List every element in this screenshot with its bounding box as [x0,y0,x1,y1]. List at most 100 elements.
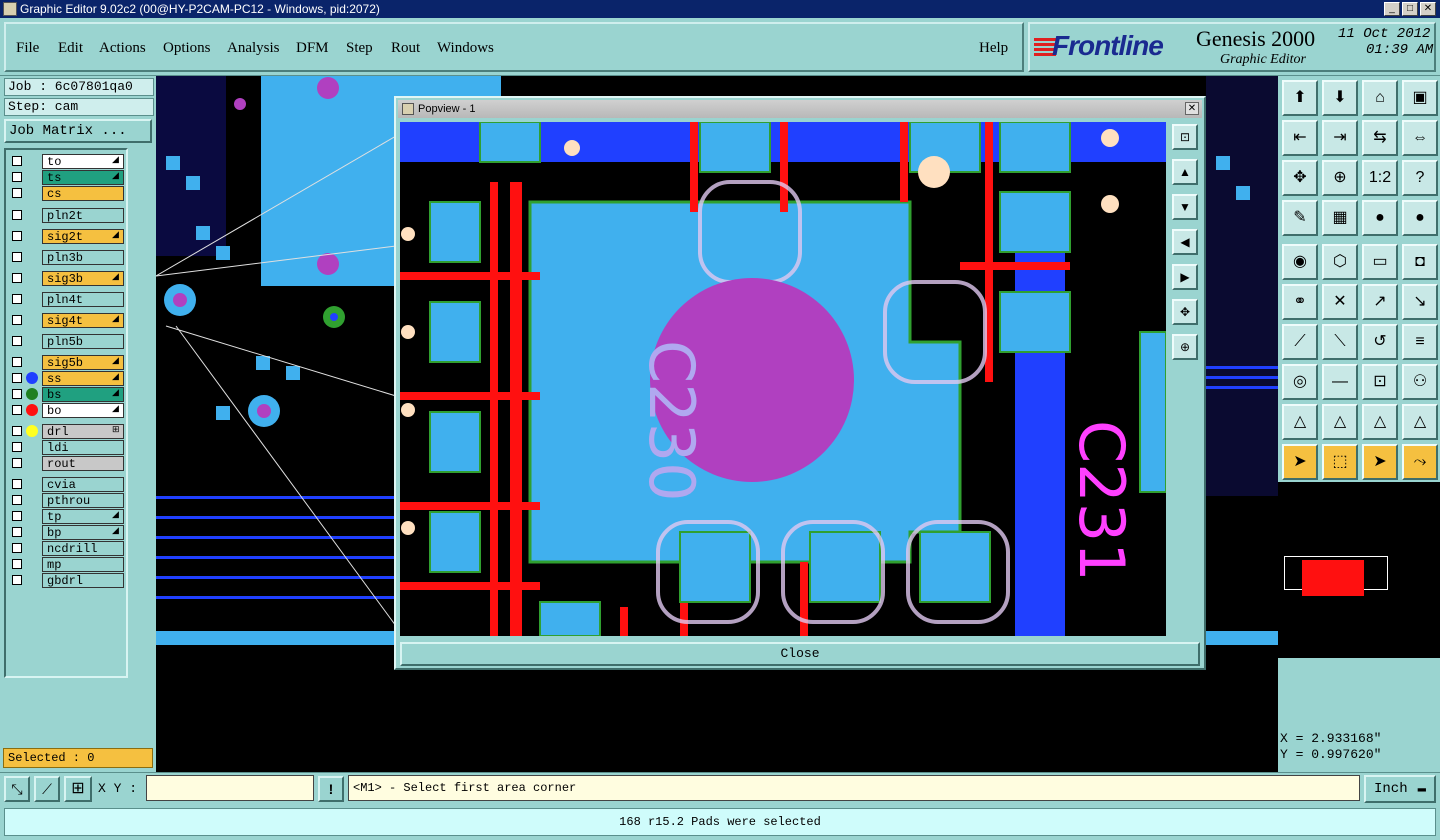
layer-toggle-icon[interactable]: ● [1362,200,1398,236]
fit-icon[interactable]: ✥ [1282,160,1318,196]
home-down-icon[interactable]: ⬇ [1322,80,1358,116]
units-select[interactable]: Inch ▬ [1364,775,1436,803]
layer-name[interactable]: mp [42,557,124,572]
select-point-icon[interactable]: ◉ [1282,244,1318,280]
layer-name[interactable]: pln2t [42,208,124,223]
menu-file[interactable]: File [16,40,39,57]
layer-row-bs[interactable]: bs ◢ [8,387,126,402]
menu-step[interactable]: Step [346,40,373,57]
route2-icon[interactable]: ↘ [1402,284,1438,320]
layer-row-rout[interactable]: rout [8,456,126,471]
layer-checkbox[interactable] [12,188,22,198]
layer-checkbox[interactable] [12,426,22,436]
layer-name[interactable]: pln5b [42,334,124,349]
layer-name[interactable]: cvia [42,477,124,492]
layer-row-tp[interactable]: tp ◢ [8,509,126,524]
layer-checkbox[interactable] [12,273,22,283]
menu-help[interactable]: Help [979,40,1008,57]
popview-canvas[interactable]: C230 C231 [400,122,1166,636]
tools-icon[interactable]: ✎ [1282,200,1318,236]
layer-row-ncdrill[interactable]: ncdrill [8,541,126,556]
triangle4-icon[interactable]: △ [1402,404,1438,440]
arc-icon[interactable]: ↺ [1362,324,1398,360]
layer-row-ss[interactable]: ss ◢ [8,371,126,386]
popview-close-icon[interactable]: ✕ [1185,102,1199,115]
layer-row-gbdrl[interactable]: gbdrl [8,573,126,588]
layer-row-pln5b[interactable]: pln5b [8,334,126,349]
net-pointer-icon[interactable]: ⤳ [1402,444,1438,480]
layer-name[interactable]: ldi [42,440,124,455]
maximize-button[interactable]: □ [1402,2,1418,16]
layer-name[interactable]: pthrou [42,493,124,508]
layer-checkbox[interactable] [12,543,22,553]
layer-checkbox[interactable] [12,495,22,505]
layer-checkbox[interactable] [12,575,22,585]
house-icon[interactable]: ⌂ [1362,80,1398,116]
pointer-icon[interactable]: ➤ [1282,444,1318,480]
menu-edit[interactable]: Edit [58,40,83,57]
layer-row-pthrou[interactable]: pthrou [8,493,126,508]
layer-row-sig4t[interactable]: sig4t ◢ [8,313,126,328]
layer-checkbox[interactable] [12,231,22,241]
overview-map[interactable] [1278,482,1440,658]
popview-center-icon[interactable]: ⊕ [1172,334,1198,360]
center-icon[interactable]: ⊕ [1322,160,1358,196]
grid-icon[interactable]: ▦ [1322,200,1358,236]
layer-row-bo[interactable]: bo ◢ [8,403,126,418]
layer-checkbox[interactable] [12,210,22,220]
pan-right-icon[interactable]: ⇥ [1322,120,1358,156]
menu-rout[interactable]: Rout [391,40,420,57]
layer-row-pln3b[interactable]: pln3b [8,250,126,265]
layer-row-pln2t[interactable]: pln2t [8,208,126,223]
layer-name[interactable]: ncdrill [42,541,124,556]
layer-row-drl[interactable]: drl ⊞ [8,424,126,439]
layer-row-cvia[interactable]: cvia [8,477,126,492]
zoomed-board-view[interactable]: C230 C231 [400,122,1166,636]
layer-row-mp[interactable]: mp [8,557,126,572]
popview-close-button[interactable]: Close [400,642,1200,666]
job-matrix-button[interactable]: Job Matrix ... [4,119,152,143]
layer-row-cs[interactable]: cs [8,186,126,201]
menu-options[interactable]: Options [163,40,211,57]
menu-dfm[interactable]: DFM [296,40,329,57]
layer-row-to[interactable]: to ◢ [8,154,126,169]
layer-checkbox[interactable] [12,252,22,262]
layer-row-pln4t[interactable]: pln4t [8,292,126,307]
layer-checkbox[interactable] [12,479,22,489]
clip-icon[interactable]: ◘ [1402,244,1438,280]
pan-left-icon[interactable]: ⇤ [1282,120,1318,156]
xy-input[interactable] [146,775,314,801]
layer-checkbox[interactable] [12,389,22,399]
measure-icon[interactable]: ⟋ [34,776,60,802]
triangle2-icon[interactable]: △ [1322,404,1358,440]
select-net-icon[interactable]: ⬡ [1322,244,1358,280]
layer-checkbox[interactable] [12,172,22,182]
window-icon[interactable]: ▣ [1402,80,1438,116]
layer-checkbox[interactable] [12,156,22,166]
layer-row-ts[interactable]: ts ◢ [8,170,126,185]
layer-name[interactable]: pln3b [42,250,124,265]
layer-checkbox[interactable] [12,336,22,346]
popview-push-down-icon[interactable]: ▼ [1172,194,1198,220]
menu-windows[interactable]: Windows [437,40,494,57]
layer-name[interactable]: gbdrl [42,573,124,588]
diag-line-icon[interactable]: ⟍ [1322,324,1358,360]
layer-checkbox[interactable] [12,458,22,468]
home-up-icon[interactable]: ⬆ [1282,80,1318,116]
layer-checkbox[interactable] [12,357,22,367]
layer-checkbox[interactable] [12,373,22,383]
layer-checkbox[interactable] [12,315,22,325]
menu-actions[interactable]: Actions [99,40,146,57]
scale-icon[interactable]: 1:2 [1362,160,1398,196]
popview-push-up-icon[interactable]: ▲ [1172,159,1198,185]
close-window-button[interactable]: ✕ [1420,2,1436,16]
layer-row-sig5b[interactable]: sig5b ◢ [8,355,126,370]
triangle3-icon[interactable]: △ [1362,404,1398,440]
triangle-icon[interactable]: △ [1282,404,1318,440]
popview-pan-right-icon[interactable]: ▶ [1172,264,1198,290]
popview-fit-icon[interactable]: ✥ [1172,299,1198,325]
layer-checkbox[interactable] [12,559,22,569]
pointer-select-icon[interactable]: ➤ [1362,444,1398,480]
zoom-area-icon[interactable]: ⤡ [4,776,30,802]
alert-icon[interactable]: ! [318,776,344,802]
